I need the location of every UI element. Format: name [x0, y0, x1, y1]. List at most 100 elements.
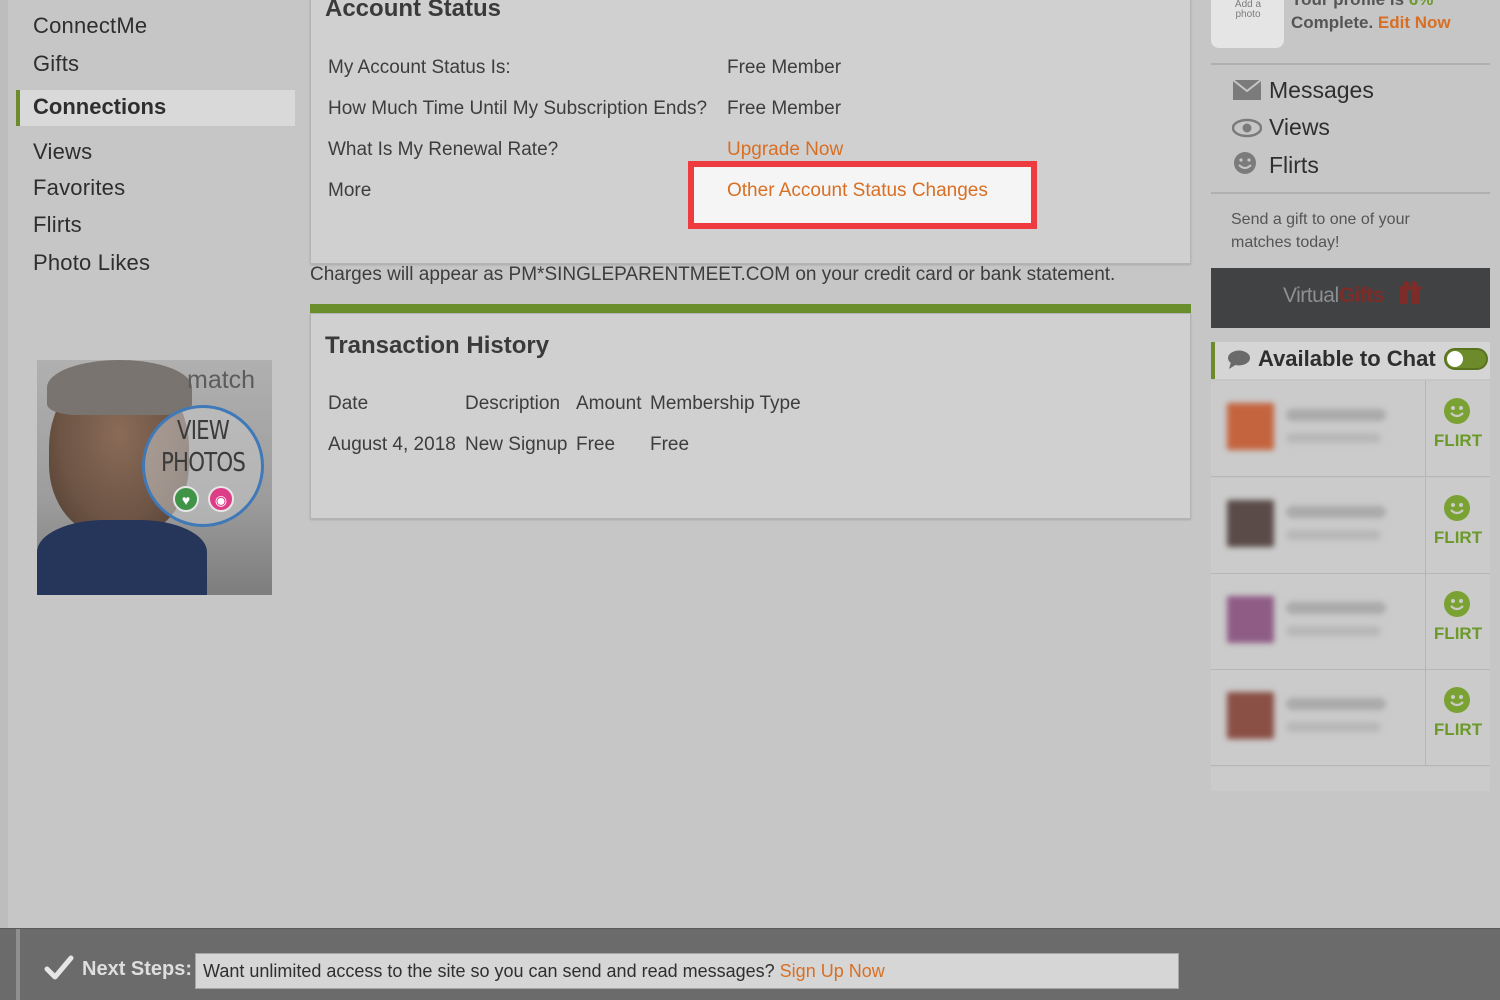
match-row[interactable]: FLIRT: [1211, 478, 1490, 574]
next-steps-bar: Next Steps: Want unlimited access to the…: [0, 928, 1500, 1000]
right-divider-top: [1211, 63, 1490, 65]
left-edge-strip: [0, 0, 8, 930]
match-thumbnail[interactable]: [1227, 500, 1274, 547]
ad-view-photos-badge: VIEW PHOTOS ♥ ◉: [142, 405, 264, 527]
profile-text-prefix: Your profile is: [1291, 0, 1404, 9]
gift-icon: [1399, 281, 1421, 304]
col-header-membership-type: Membership Type: [650, 393, 801, 414]
profile-pct: 6%: [1409, 0, 1434, 9]
right-menu-flirts[interactable]: Flirts: [1269, 152, 1319, 179]
nav-item-connectme[interactable]: ConnectMe: [33, 13, 147, 39]
transaction-history-title: Transaction History: [325, 332, 550, 359]
flirt-label: FLIRT: [1433, 720, 1483, 739]
ad-cta-line2: PHOTOS: [160, 448, 246, 478]
match-details-blurred: [1286, 722, 1381, 732]
status-value: Free Member: [727, 57, 842, 78]
toggle-knob: [1447, 351, 1463, 367]
match-details-blurred: [1286, 433, 1381, 443]
eye-icon: [1232, 118, 1262, 138]
ad-cta-line1: VIEW: [176, 416, 230, 446]
nav-item-connections-label: Connections: [33, 94, 167, 119]
flirt-smiley-icon: [1444, 687, 1470, 713]
flirt-button[interactable]: FLIRT: [1426, 381, 1490, 477]
flirt-smiley-icon: [1444, 591, 1470, 617]
chat-bubble-icon: [1228, 350, 1250, 369]
more-label: More: [328, 180, 372, 201]
match-row[interactable]: FLIRT: [1211, 574, 1490, 670]
profile-completion: Your profile is 6% Complete. Edit Now: [1291, 0, 1451, 34]
ad-brand-logo: match: [187, 366, 256, 394]
smiley-icon: [1234, 152, 1256, 174]
virtual-gifts-word-b: Gifts: [1338, 284, 1385, 307]
flirt-button[interactable]: FLIRT: [1426, 574, 1490, 670]
transaction-history-panel: Transaction History: [310, 313, 1191, 519]
status-label: My Account Status Is:: [328, 57, 511, 78]
chat-availability-toggle[interactable]: [1444, 348, 1488, 370]
virtual-gifts-banner[interactable]: VirtualGifts: [1211, 268, 1490, 328]
next-steps-text: Want unlimited access to the site so you…: [203, 961, 775, 981]
match-name-blurred: [1286, 602, 1386, 614]
match-name-blurred: [1286, 409, 1386, 421]
flirt-smiley-icon: [1444, 398, 1470, 424]
match-thumbnail[interactable]: [1227, 403, 1274, 450]
sign-up-now-link[interactable]: Sign Up Now: [780, 961, 885, 981]
right-menu-views[interactable]: Views: [1269, 114, 1330, 141]
transaction-membership-type: Free: [650, 434, 690, 455]
nav-item-flirts[interactable]: Flirts: [33, 212, 82, 238]
match-row[interactable]: FLIRT: [1211, 381, 1490, 477]
match-thumbnail[interactable]: [1227, 596, 1274, 643]
camera-icon: ◉: [208, 486, 234, 512]
heart-icon: ♥: [173, 486, 199, 512]
available-to-chat-label: Available to Chat: [1258, 346, 1436, 371]
col-header-date: Date: [328, 393, 369, 414]
col-header-description: Description: [465, 393, 561, 414]
next-steps-message: Want unlimited access to the site so you…: [203, 961, 885, 982]
next-steps-message-box: Want unlimited access to the site so you…: [195, 953, 1179, 989]
match-details-blurred: [1286, 626, 1381, 636]
checkmark-icon: [44, 955, 74, 980]
transaction-description: New Signup: [465, 434, 568, 455]
match-row-partial: [1211, 767, 1490, 791]
add-photo-label: Add a photo: [1234, 0, 1262, 20]
available-to-chat-bar: Available to Chat: [1211, 342, 1490, 379]
flirt-label: FLIRT: [1433, 431, 1483, 450]
account-status-title: Account Status: [325, 0, 502, 22]
upgrade-now-link[interactable]: Upgrade Now: [727, 139, 843, 161]
edit-now-link[interactable]: Edit Now: [1378, 13, 1451, 32]
bottom-edge: [16, 929, 20, 1000]
flirt-label: FLIRT: [1433, 624, 1483, 643]
transaction-date: August 4, 2018: [328, 434, 456, 455]
add-photo-placeholder[interactable]: Add a photo: [1211, 0, 1284, 48]
profile-complete-label: Complete.: [1291, 13, 1374, 32]
renewal-rate-label: What Is My Renewal Rate?: [328, 139, 559, 160]
right-divider-mid: [1211, 192, 1490, 194]
ad-person-shirt: [37, 520, 207, 595]
charges-note: Charges will appear as PM*SINGLEPARENTME…: [310, 264, 1116, 285]
nav-item-photo-likes[interactable]: Photo Likes: [33, 250, 150, 276]
match-thumbnail[interactable]: [1227, 692, 1274, 739]
subscription-end-label: How Much Time Until My Subscription Ends…: [328, 98, 708, 119]
flirt-smiley-icon: [1444, 495, 1470, 521]
next-steps-label: Next Steps:: [82, 958, 193, 980]
transaction-amount: Free: [576, 434, 616, 455]
virtual-gifts-logo: VirtualGifts: [1283, 284, 1385, 308]
nav-item-favorites[interactable]: Favorites: [33, 175, 125, 201]
nav-item-gifts[interactable]: Gifts: [33, 51, 79, 77]
ad-person-hair: [47, 360, 192, 415]
transaction-accent-bar: [310, 304, 1191, 313]
subscription-end-value: Free Member: [727, 98, 842, 119]
gift-prompt: Send a gift to one of your matches today…: [1231, 211, 1410, 251]
envelope-icon: [1232, 79, 1262, 100]
other-account-status-changes-link[interactable]: Other Account Status Changes: [727, 180, 988, 202]
col-header-amount: Amount: [576, 393, 642, 414]
flirt-button[interactable]: FLIRT: [1426, 670, 1490, 766]
match-name-blurred: [1286, 698, 1386, 710]
ad-view-photos[interactable]: match VIEW PHOTOS ♥ ◉: [37, 360, 272, 595]
right-menu-messages[interactable]: Messages: [1269, 77, 1374, 104]
match-details-blurred: [1286, 530, 1381, 540]
match-row[interactable]: FLIRT: [1211, 670, 1490, 766]
flirt-label: FLIRT: [1433, 528, 1483, 547]
flirt-button[interactable]: FLIRT: [1426, 478, 1490, 574]
nav-item-views[interactable]: Views: [33, 139, 92, 165]
nav-item-connections[interactable]: Connections: [16, 90, 295, 126]
